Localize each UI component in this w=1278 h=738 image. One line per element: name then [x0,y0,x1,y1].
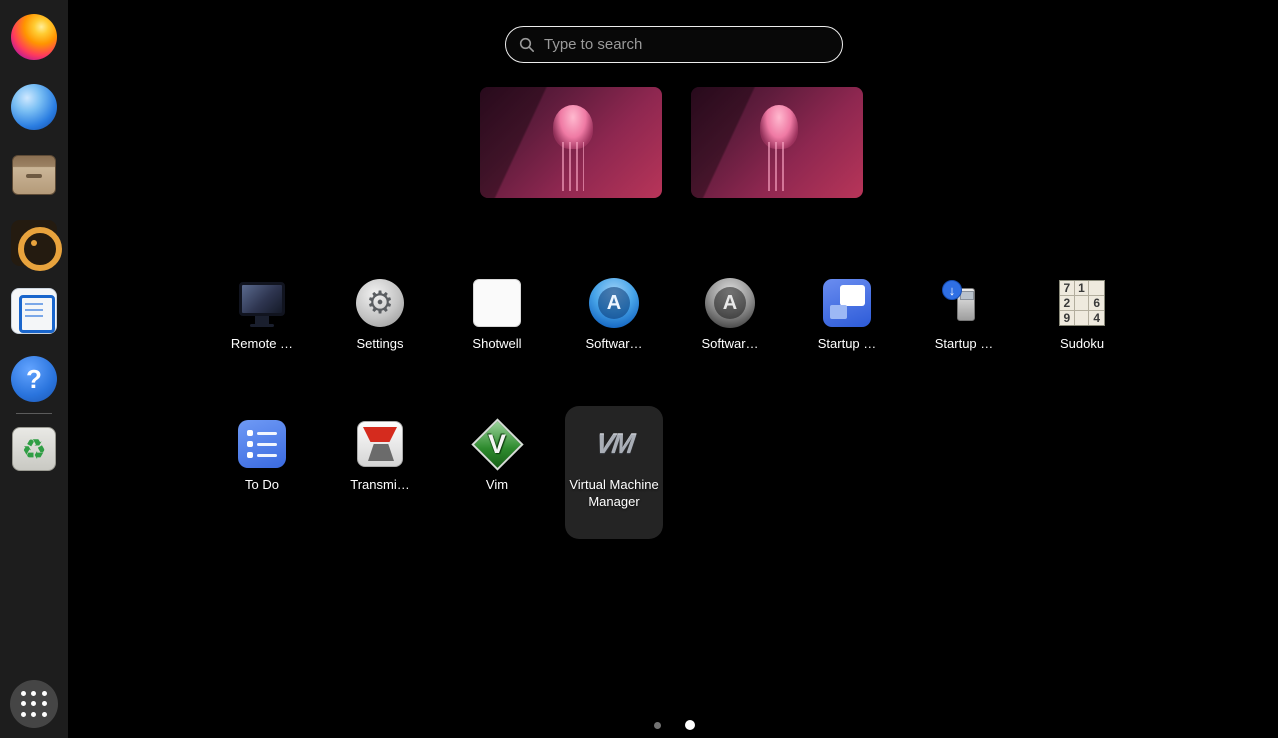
app-label: Shotwell [472,335,521,352]
jellyfish-wallpaper [553,105,593,149]
dock-item-firefox[interactable] [10,13,58,61]
thunderbird-icon [11,84,57,130]
vmm-letters-icon: VM [594,429,635,460]
app-label: Softwar… [585,335,642,352]
app-startup-applications[interactable]: Startup … [795,270,899,352]
software-blue-icon: A [589,278,639,328]
page-dot-1[interactable] [654,722,661,729]
jellyfish-wallpaper [760,105,798,149]
app-label: Settings [357,335,404,352]
sudoku-grid-icon: 71 26 94 [1059,280,1105,326]
app-label: Startup … [818,335,877,352]
photo-icon [473,279,521,327]
app-label: Virtual Machine Manager [569,476,659,510]
download-arrow-icon: ↓ [942,280,962,300]
app-software-updates[interactable]: A Softwar… [678,270,782,352]
app-todo[interactable]: To Do [210,410,314,493]
app-label: Remote … [231,335,293,352]
gear-icon: ⚙ [356,279,404,327]
app-label: To Do [245,476,279,493]
app-virtual-machine-manager[interactable]: VM Virtual Machine Manager [565,406,663,539]
recycle-icon: ♻ [12,427,56,471]
dock-separator [16,413,52,414]
transmission-icon [357,421,403,467]
app-transmission[interactable]: Transmi… [328,410,432,493]
software-gray-icon: A [705,278,755,328]
page-dot-2-active[interactable] [685,720,695,730]
app-software[interactable]: A Softwar… [562,270,666,352]
dock-item-help[interactable]: ? [10,355,58,403]
app-label: Startup … [935,335,994,352]
remote-desktop-monitor-icon [239,282,285,316]
usb-disk-icon: ↓ [940,279,988,327]
app-label: Transmi… [350,476,409,493]
dock-item-thunderbird[interactable] [10,83,58,131]
app-label: Sudoku [1060,335,1104,352]
dock-item-files[interactable] [10,151,58,199]
music-record-icon [11,220,57,266]
app-label: Softwar… [701,335,758,352]
app-settings[interactable]: ⚙ Settings [328,270,432,352]
search-input[interactable] [544,36,829,53]
todo-checklist-icon [238,420,286,468]
search-bar[interactable] [505,26,843,63]
startup-window-icon [823,279,871,327]
workspace-thumbnail-1[interactable] [480,87,662,198]
writer-document-icon [11,288,57,334]
app-vim[interactable]: V Vim [445,410,549,493]
firefox-icon [11,14,57,60]
show-applications-button[interactable] [10,680,58,728]
dock-item-rhythmbox[interactable] [10,219,58,267]
dock-item-libreoffice-writer[interactable] [10,287,58,335]
workspace-thumbnail-2[interactable] [691,87,863,198]
question-mark-icon: ? [11,356,57,402]
app-shotwell[interactable]: Shotwell [445,270,549,352]
app-label: Vim [486,476,508,493]
file-cabinet-icon [12,155,56,195]
search-icon [519,37,535,53]
vim-diamond-icon: V [470,417,524,471]
dock-item-trash[interactable]: ♻ [10,425,58,473]
app-grid-dots-icon [21,691,48,718]
app-startup-disk-creator[interactable]: ↓ Startup … [912,270,1016,352]
app-remote-desktop[interactable]: Remote … [210,270,314,352]
app-sudoku[interactable]: 71 26 94 Sudoku [1030,270,1134,352]
dock: ? ♻ [0,0,68,738]
